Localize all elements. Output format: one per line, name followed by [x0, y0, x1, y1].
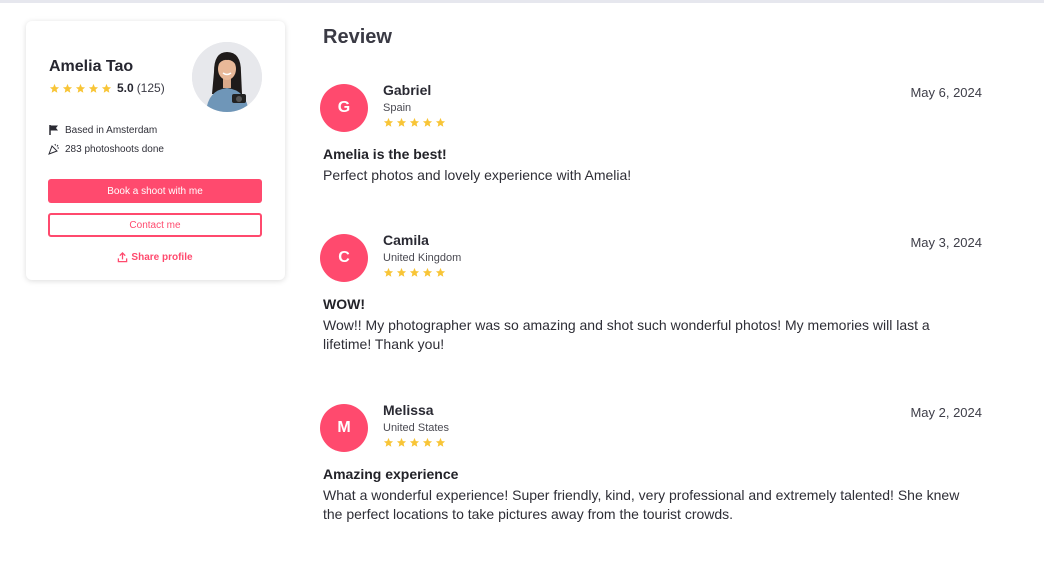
star-icon [396, 437, 407, 448]
star-icon [422, 437, 433, 448]
review-stars [383, 267, 448, 278]
star-icon [62, 83, 73, 94]
profile-avatar [192, 42, 262, 112]
contact-button[interactable]: Contact me [48, 213, 262, 237]
star-icon [409, 117, 420, 128]
review-body: Perfect photos and lovely experience wit… [323, 167, 632, 183]
profile-card: Amelia Tao 5.0 (125) Based in Amsterdam [26, 21, 285, 280]
review-body: Wow!! My photographer was so amazing and… [323, 317, 930, 352]
reviewer-name: Gabriel [383, 82, 432, 98]
review-body: What a wonderful experience! Super frien… [323, 487, 960, 522]
review-date: May 3, 2024 [910, 235, 982, 250]
reviewer-country: United Kingdom [383, 252, 462, 264]
profile-rating: 5.0 (125) [49, 81, 165, 95]
star-icon [383, 437, 394, 448]
review-stars [383, 117, 448, 128]
photoshoots-label: 283 photoshoots done [65, 143, 164, 155]
star-icon [409, 437, 420, 448]
review-title: Amazing experience [323, 466, 459, 482]
flag-icon [49, 125, 58, 135]
star-icon [383, 117, 394, 128]
rating-score: 5.0 [117, 81, 134, 95]
reviewer-avatar: G [320, 84, 368, 132]
star-icon [88, 83, 99, 94]
confetti-icon [48, 143, 59, 155]
rating-count: (125) [136, 81, 165, 95]
reviewer-avatar: C [320, 234, 368, 282]
share-profile-label: Share profile [131, 252, 193, 263]
star-icon [75, 83, 86, 94]
share-profile-link[interactable]: Share profile [48, 252, 262, 263]
book-shoot-button[interactable]: Book a shoot with me [48, 179, 262, 203]
review-title: WOW! [323, 296, 365, 312]
star-icon [49, 83, 60, 94]
star-icon [396, 117, 407, 128]
review-date: May 2, 2024 [910, 405, 982, 420]
reviewer-country: United States [383, 422, 450, 434]
star-icon [435, 437, 446, 448]
reviews-heading: Review [323, 26, 392, 48]
based-in: Based in Amsterdam [48, 124, 157, 136]
based-in-label: Based in Amsterdam [65, 124, 158, 136]
reviewer-avatar: M [320, 404, 368, 452]
top-divider [0, 0, 1044, 3]
photoshoots-count: 283 photoshoots done [48, 143, 164, 155]
reviewer-name: Camila [383, 232, 429, 248]
share-icon [118, 252, 128, 263]
profile-stars [49, 83, 114, 94]
star-icon [435, 117, 446, 128]
star-icon [409, 267, 420, 278]
star-icon [101, 83, 112, 94]
review-date: May 6, 2024 [910, 85, 982, 100]
star-icon [435, 267, 446, 278]
review-title: Amelia is the best! [323, 146, 447, 162]
reviewer-name: Melissa [383, 402, 434, 418]
review-stars [383, 437, 448, 448]
star-icon [422, 117, 433, 128]
star-icon [383, 267, 394, 278]
profile-name: Amelia Tao [49, 58, 134, 75]
reviewer-country: Spain [383, 102, 412, 114]
star-icon [422, 267, 433, 278]
star-icon [396, 267, 407, 278]
